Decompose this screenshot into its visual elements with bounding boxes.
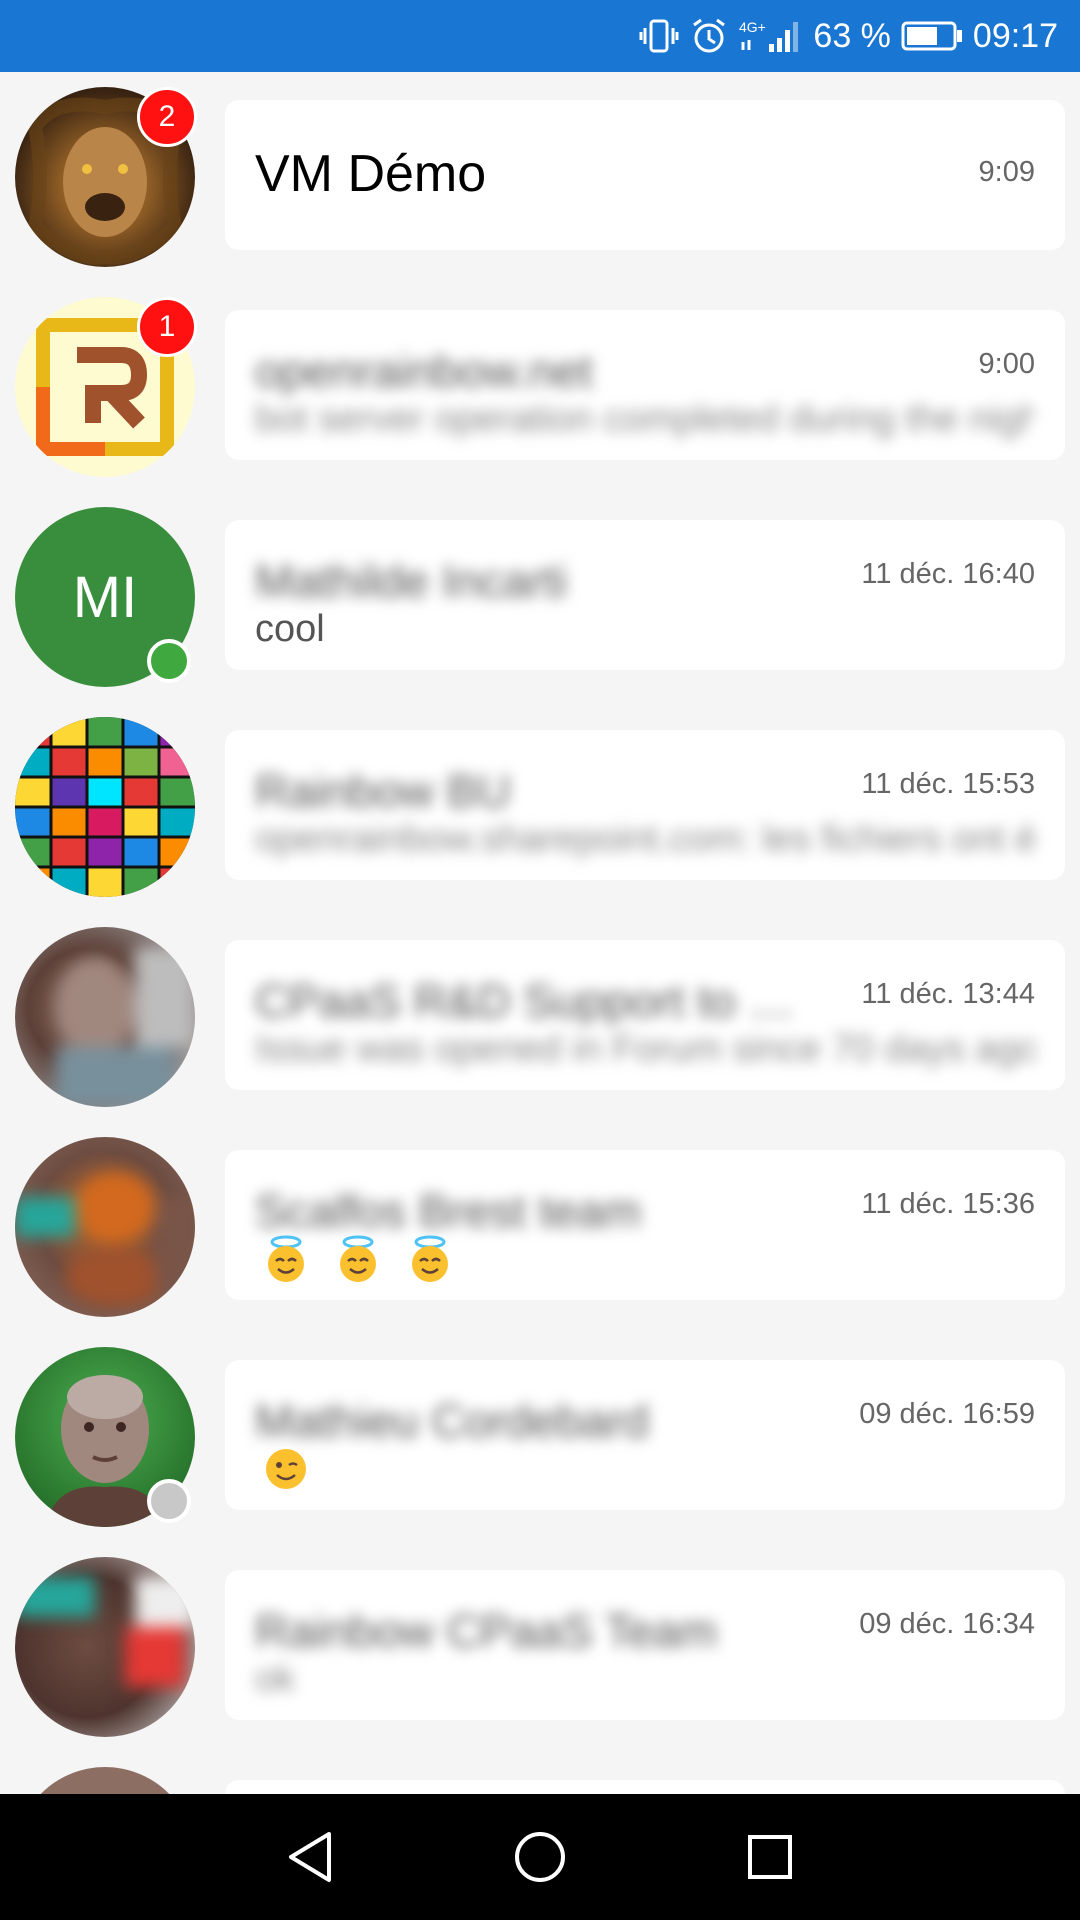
back-icon[interactable] <box>280 1827 340 1887</box>
status-time: 09:17 <box>972 16 1058 55</box>
conversation-card[interactable]: CPaaS R&D Support to … 11 déc. 13:44 Iss… <box>225 940 1065 1090</box>
conversation-name: Mathieu Cordebard <box>255 1395 649 1447</box>
conversation-message: ok <box>255 1658 296 1700</box>
conversation-item[interactable] <box>0 1752 1080 1794</box>
signal-icon: 4G+ <box>739 16 803 56</box>
conversation-time: 11 déc. 15:36 <box>861 1188 1035 1220</box>
avatar[interactable] <box>15 1347 195 1527</box>
home-icon[interactable] <box>510 1827 570 1887</box>
recents-icon[interactable] <box>740 1827 800 1887</box>
conversation-card[interactable]: Rainbow BU 11 déc. 15:53 openrainbow.sha… <box>225 730 1065 880</box>
conversation-name: VM Démo <box>255 145 487 203</box>
avatar[interactable]: 1 <box>15 297 197 477</box>
conversation-time: 09 déc. 16:34 <box>859 1608 1035 1640</box>
conversation-item[interactable]: Scalfos Brest team 11 déc. 15:36 😇 😇 😇 <box>0 1122 1080 1332</box>
battery-percent: 63 % <box>813 16 891 55</box>
conversation-item[interactable]: MI Mathilde Incarti 11 déc. 16:40 cool <box>0 492 1080 702</box>
conversation-time: 09 déc. 16:59 <box>859 1398 1035 1430</box>
status-icons: 4G+ 63 % 09:17 <box>639 0 1058 72</box>
conversation-card[interactable]: openrainbow.net 9:00 bot server operatio… <box>225 310 1065 460</box>
avatar[interactable]: 2 <box>15 87 197 267</box>
presence-online-indicator <box>147 639 191 683</box>
conversation-time: 9:00 <box>978 348 1035 380</box>
conversation-card[interactable]: Scalfos Brest team 11 déc. 15:36 😇 😇 😇 <box>225 1150 1065 1300</box>
conversation-message: Issue was opened in Forum since 70 days … <box>255 1028 1035 1070</box>
vibrate-icon <box>639 16 679 56</box>
avatar[interactable] <box>15 1767 195 1794</box>
unread-badge: 2 <box>137 87 197 147</box>
presence-offline-indicator <box>147 1479 191 1523</box>
battery-icon <box>901 19 963 53</box>
person-photo-avatar <box>15 1767 195 1794</box>
conversation-list[interactable]: 2 VM Démo 9:09 1 openrainbow.net 9:00 bo… <box>0 72 1080 1794</box>
group-photo-avatar <box>15 1137 195 1317</box>
conversation-item[interactable]: Rainbow CPaaS Team 09 déc. 16:34 ok <box>0 1542 1080 1752</box>
angel-emoji-icon <box>268 1235 304 1282</box>
avatar[interactable] <box>15 717 195 897</box>
angel-emoji-icon <box>412 1235 448 1282</box>
conversation-item[interactable]: Mathieu Cordebard 09 déc. 16:59 😉 <box>0 1332 1080 1542</box>
conversation-item[interactable]: 2 VM Démo 9:09 <box>0 72 1080 282</box>
conversation-name: Rainbow BU <box>255 765 511 817</box>
status-bar: 4G+ 63 % 09:17 <box>0 0 1080 72</box>
angel-emoji-icon <box>340 1235 376 1282</box>
conversation-name: Rainbow CPaaS Team <box>255 1605 717 1657</box>
network-type: 4G+ <box>739 19 766 35</box>
avatar[interactable] <box>15 927 195 1107</box>
conversation-card[interactable]: Mathilde Incarti 11 déc. 16:40 cool <box>225 520 1065 670</box>
conversation-message: openrainbow.sharepoint.com: les fichiers… <box>255 818 1035 860</box>
avatar[interactable] <box>15 1557 195 1737</box>
conversation-name: CPaaS R&D Support to … <box>255 975 795 1027</box>
unread-badge: 1 <box>137 297 197 357</box>
conversation-card[interactable] <box>225 1780 1065 1794</box>
conversation-card[interactable]: Mathieu Cordebard 09 déc. 16:59 😉 <box>225 1360 1065 1510</box>
emoji-message <box>261 1234 455 1284</box>
wink-emoji-icon <box>266 1449 306 1489</box>
navigation-bar <box>0 1794 1080 1920</box>
conversation-card[interactable]: VM Démo 9:09 <box>225 100 1065 250</box>
group-photo-avatar <box>15 1557 195 1737</box>
conversation-name: Mathilde Incarti <box>255 555 567 607</box>
conversation-item[interactable]: Rainbow BU 11 déc. 15:53 openrainbow.sha… <box>0 702 1080 912</box>
conversation-name: openrainbow.net <box>255 345 593 397</box>
conversation-time: 11 déc. 16:40 <box>861 558 1035 590</box>
conversation-time: 11 déc. 13:44 <box>861 978 1035 1010</box>
conversation-item[interactable]: 1 openrainbow.net 9:00 bot server operat… <box>0 282 1080 492</box>
conversation-time: 11 déc. 15:53 <box>861 768 1035 800</box>
conversation-name: Scalfos Brest team <box>255 1185 642 1237</box>
conversation-time: 9:09 <box>978 156 1035 188</box>
conversation-card[interactable]: Rainbow CPaaS Team 09 déc. 16:34 ok <box>225 1570 1065 1720</box>
avatar[interactable]: MI <box>15 507 195 687</box>
conversation-message: bot server operation completed during th… <box>255 398 1035 440</box>
emoji-message <box>261 1444 311 1494</box>
person-photo-avatar <box>15 927 195 1107</box>
alarm-icon <box>689 16 729 56</box>
conversation-item[interactable]: CPaaS R&D Support to … 11 déc. 13:44 Iss… <box>0 912 1080 1122</box>
conversation-message: cool <box>255 608 325 650</box>
color-cubes-avatar <box>15 717 195 897</box>
avatar[interactable] <box>15 1137 195 1317</box>
